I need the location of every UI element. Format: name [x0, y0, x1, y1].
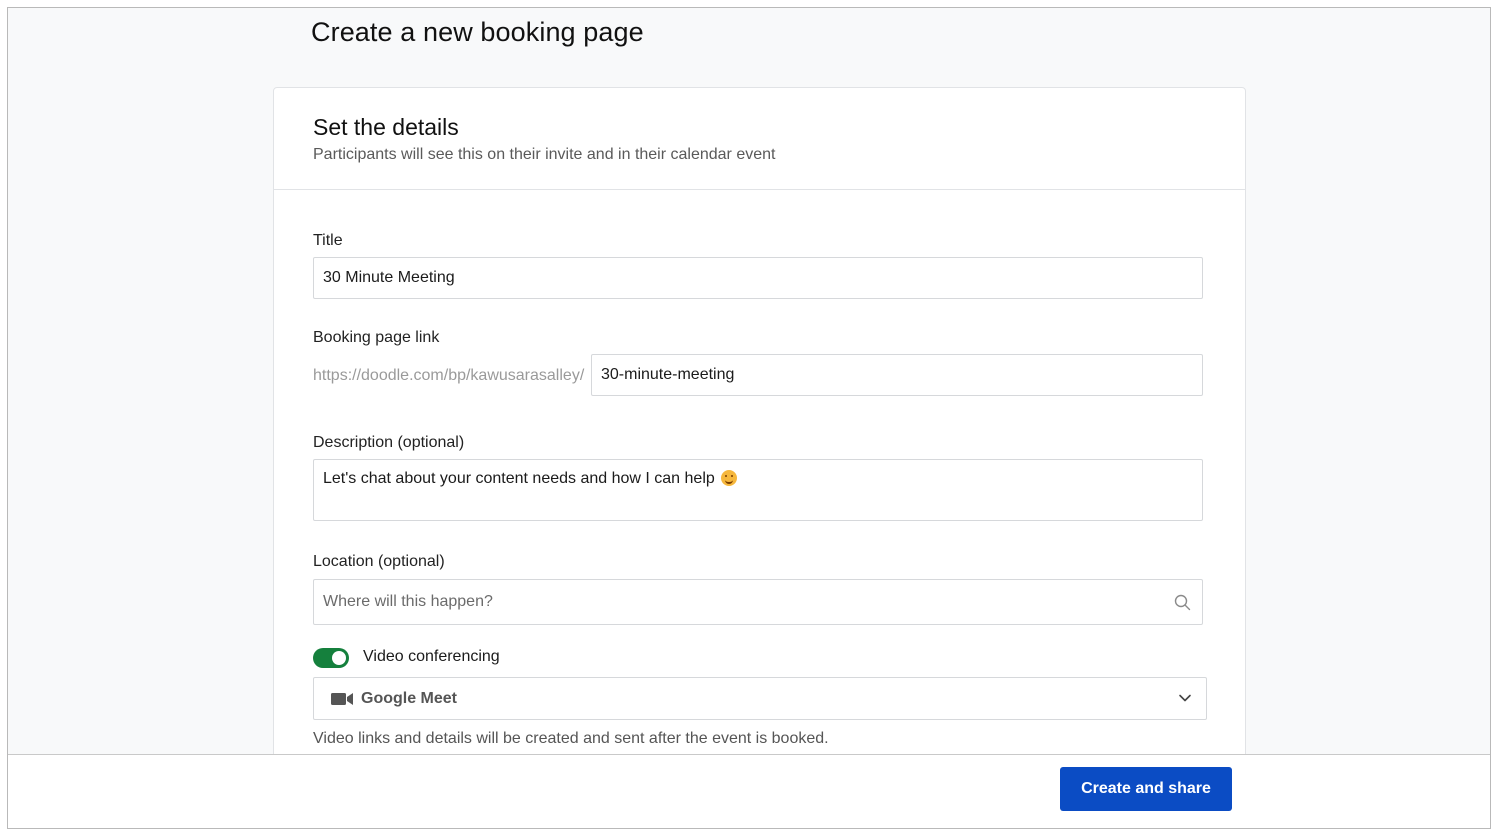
title-label: Title	[313, 232, 343, 249]
description-value: Let's chat about your content needs and …	[323, 470, 715, 487]
location-placeholder: Where will this happen?	[323, 593, 493, 610]
details-card: Set the details Participants will see th…	[273, 87, 1246, 828]
card-subheading: Participants will see this on their invi…	[313, 146, 776, 163]
footer-bar: Create and share	[8, 754, 1490, 828]
booking-link-label: Booking page link	[313, 329, 440, 346]
card-heading: Set the details	[313, 114, 459, 140]
booking-link-value: 30-minute-meeting	[601, 366, 735, 383]
smile-emoji-icon	[720, 470, 737, 486]
video-conferencing-toggle[interactable]	[313, 648, 349, 668]
card-header: Set the details Participants will see th…	[274, 88, 1245, 190]
chevron-down-icon	[1179, 694, 1191, 702]
title-input[interactable]: 30 Minute Meeting	[313, 257, 1203, 299]
page-title: Create a new booking page	[311, 17, 644, 47]
booking-link-input[interactable]: 30-minute-meeting	[591, 354, 1203, 396]
video-provider-value: Google Meet	[361, 689, 458, 707]
booking-link-prefix: https://doodle.com/bp/kawusarasalley/	[313, 367, 585, 384]
search-icon	[1174, 594, 1191, 611]
description-textarea[interactable]: Let's chat about your content needs and …	[313, 459, 1203, 521]
video-camera-icon	[331, 692, 353, 705]
location-input[interactable]: Where will this happen?	[313, 579, 1203, 625]
location-label: Location (optional)	[313, 553, 445, 570]
create-and-share-button[interactable]: Create and share	[1060, 767, 1232, 811]
toggle-knob	[332, 651, 346, 665]
video-provider-select[interactable]: Google Meet	[313, 677, 1207, 720]
video-hint: Video links and details will be created …	[313, 730, 829, 747]
app-window: Create a new booking page Set the detail…	[7, 7, 1491, 829]
video-conferencing-label: Video conferencing	[363, 648, 500, 665]
description-label: Description (optional)	[313, 434, 465, 451]
title-input-value: 30 Minute Meeting	[323, 269, 455, 286]
